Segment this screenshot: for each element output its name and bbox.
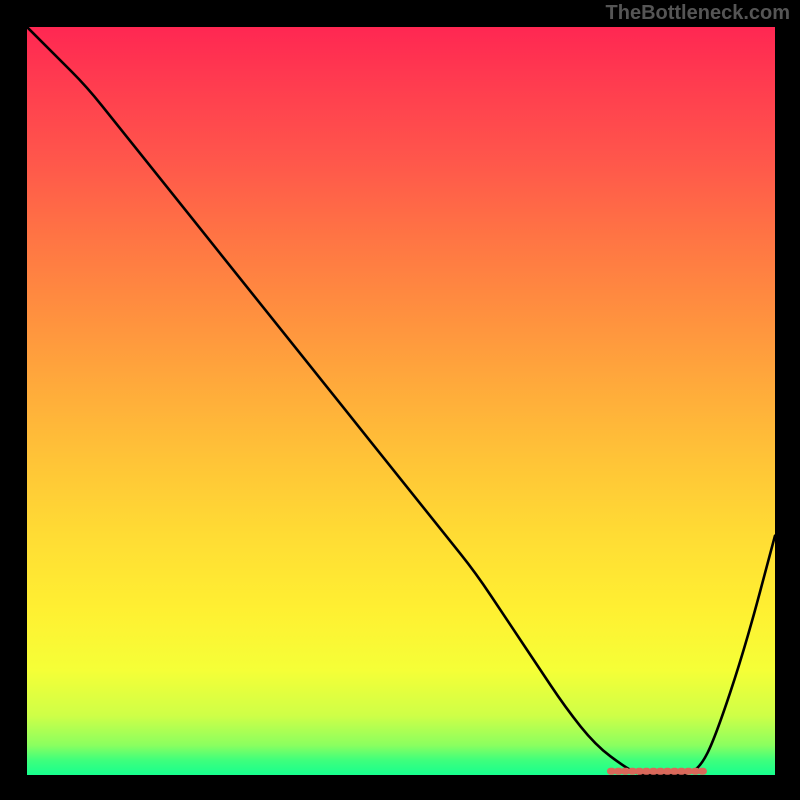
chart-bottom-accent xyxy=(27,27,775,775)
image-root: TheBottleneck.com xyxy=(0,0,800,800)
chart-area xyxy=(27,27,775,775)
watermark-text: TheBottleneck.com xyxy=(606,2,790,25)
